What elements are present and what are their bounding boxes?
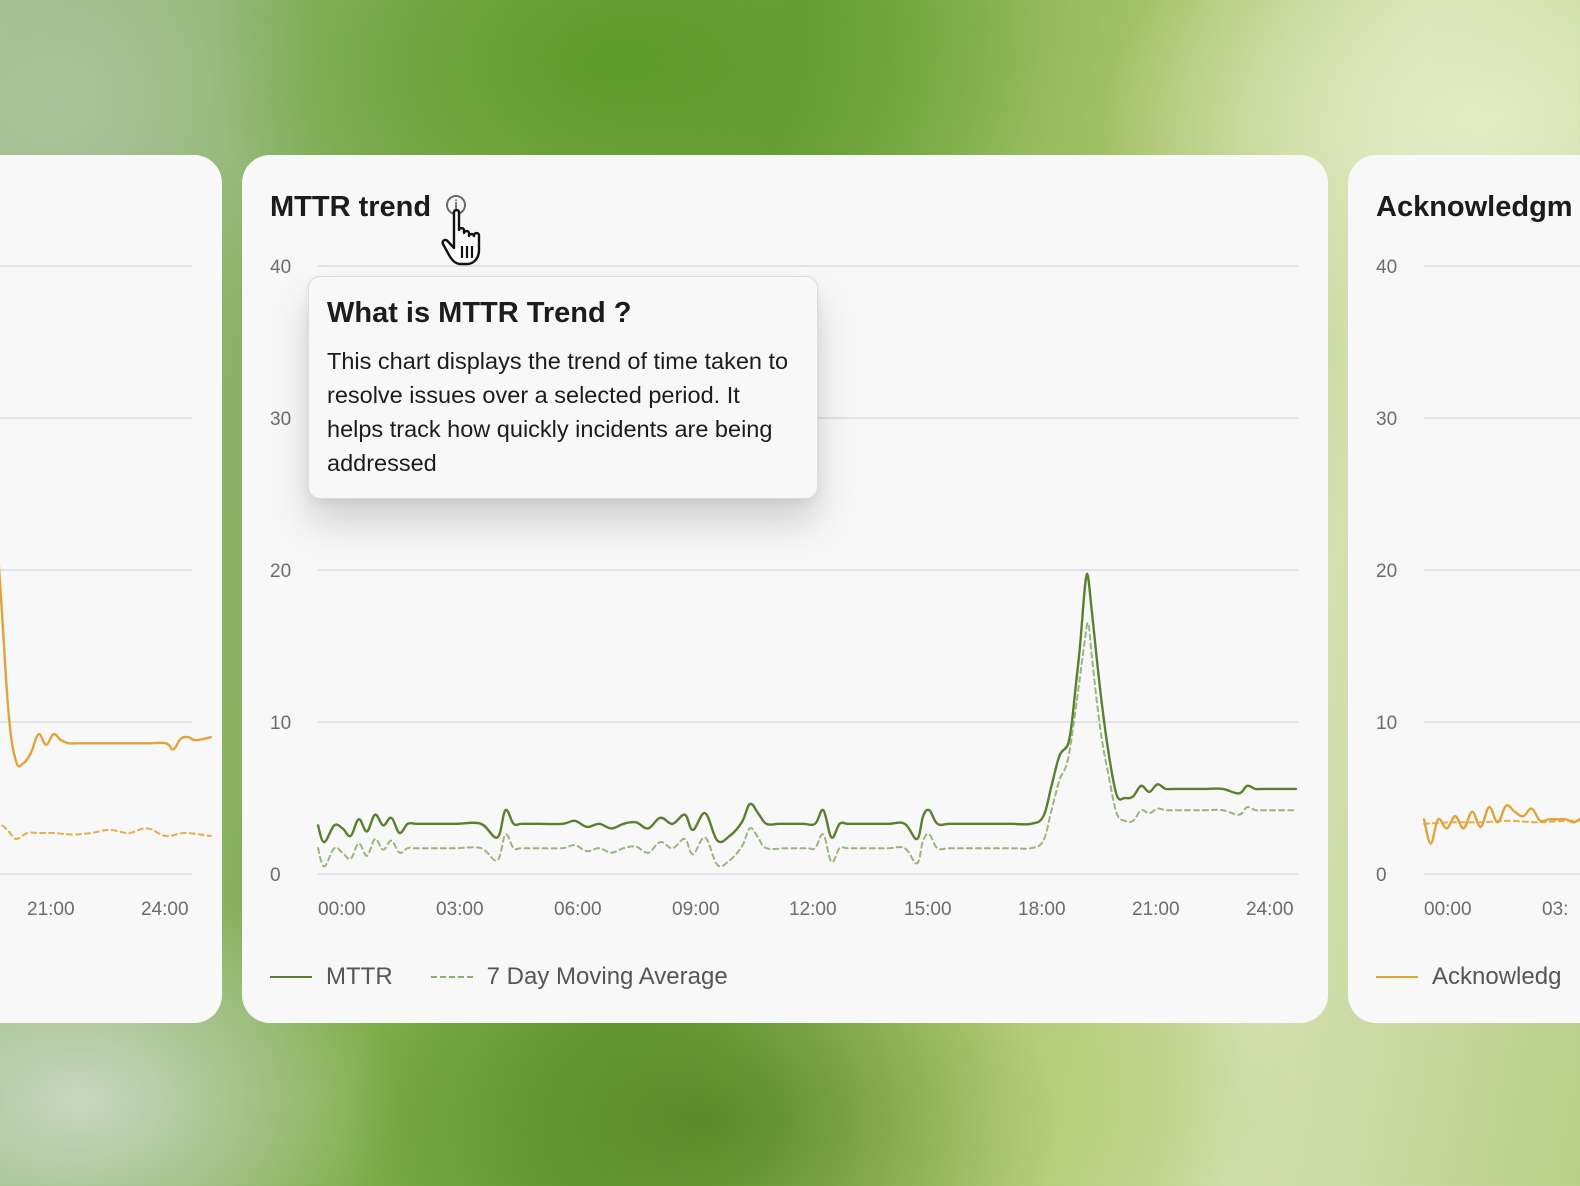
acknowledgement-chart-card: 0 10 20 30 40 00:00 03: Acknowledgm Acknowledg	[1348, 155, 1580, 1023]
y-tick-label: 10	[270, 713, 291, 734]
tooltip-title: What is MTTR Trend ?	[327, 297, 632, 329]
tooltip-body: This chart displays the trend of time ta…	[327, 348, 789, 476]
series-line	[0, 564, 212, 768]
x-tick-label: 24:00	[1246, 899, 1294, 920]
incident-chart-card-left: 21:00 24:00	[0, 155, 222, 1023]
x-tick-label: 18:00	[1018, 899, 1066, 920]
x-tick-label: 03:00	[436, 899, 484, 920]
card-title: Acknowledgm	[1376, 191, 1573, 223]
legend-item-acknowledgement[interactable]: Acknowledg	[1376, 963, 1561, 991]
y-tick-label: 0	[270, 865, 281, 886]
series-line	[1422, 804, 1580, 845]
hand-pointer-cursor-icon	[441, 208, 481, 266]
left-line-chart: 21:00 24:00	[0, 265, 212, 920]
acknowledgement-line-chart: 0 10 20 30 40 00:00 03:	[1376, 257, 1580, 920]
x-tick-label: 21:00	[1132, 899, 1180, 920]
legend-swatch-dashed	[430, 976, 473, 978]
legend-item-mttr[interactable]: MTTR	[270, 963, 393, 991]
x-tick-label: 15:00	[904, 899, 952, 920]
y-tick-label: 10	[1376, 713, 1397, 734]
legend-swatch-solid	[1376, 976, 1418, 978]
series-line-dashed	[1423, 819, 1580, 825]
legend-label: 7 Day Moving Average	[486, 963, 728, 990]
mttr-info-tooltip: What is MTTR Trend ? This chart displays…	[308, 276, 818, 499]
legend-item-moving-average[interactable]: 7 Day Moving Average	[430, 963, 728, 991]
y-tick-label: 30	[1376, 409, 1397, 430]
x-tick-label: 09:00	[672, 899, 720, 920]
series-line-dashed	[0, 824, 212, 840]
y-tick-label: 0	[1376, 865, 1387, 886]
x-tick-label: 06:00	[554, 899, 602, 920]
chart-legend: Acknowledg	[1376, 963, 1580, 991]
x-tick-label: 00:00	[1424, 899, 1472, 920]
x-tick-label: 21:00	[27, 899, 75, 920]
series-line	[316, 572, 1298, 844]
x-tick-label: 00:00	[318, 899, 366, 920]
y-tick-label: 40	[1376, 257, 1397, 278]
y-tick-label: 20	[270, 561, 291, 582]
x-tick-label: 12:00	[789, 899, 837, 920]
legend-swatch-solid	[270, 976, 312, 978]
legend-label: Acknowledg	[1432, 963, 1562, 990]
x-tick-label: 24:00	[141, 899, 189, 920]
series-line-dashed	[317, 621, 1297, 868]
y-tick-label: 40	[270, 257, 291, 278]
y-tick-label: 20	[1376, 561, 1397, 582]
legend-label: MTTR	[326, 963, 393, 990]
chart-legend: MTTR 7 Day Moving Average	[270, 963, 766, 991]
card-title: MTTR trend	[270, 191, 432, 223]
x-tick-label: 03:	[1542, 899, 1568, 920]
y-tick-label: 30	[270, 409, 291, 430]
